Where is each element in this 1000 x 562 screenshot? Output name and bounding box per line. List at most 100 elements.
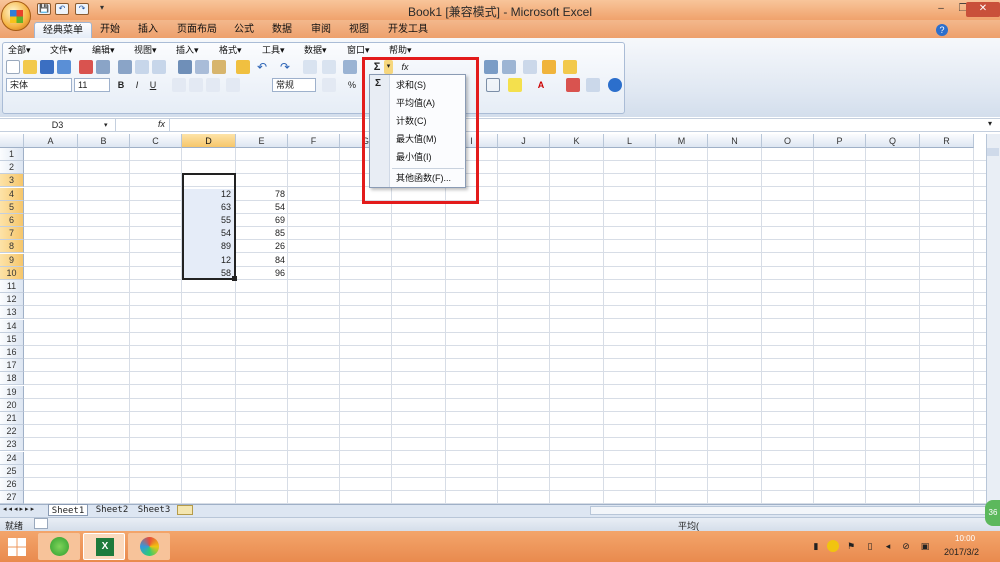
font-name-select[interactable]: 宋体 bbox=[6, 78, 72, 92]
column-header[interactable]: E bbox=[236, 134, 288, 148]
row-header[interactable]: 15 bbox=[0, 332, 24, 346]
help-icon[interactable]: ? bbox=[936, 24, 948, 36]
row-header[interactable]: 4 bbox=[0, 187, 24, 201]
column-header[interactable]: Q bbox=[866, 134, 920, 148]
row-header[interactable]: 26 bbox=[0, 478, 24, 491]
row-header[interactable]: 18 bbox=[0, 372, 24, 386]
column-header[interactable]: L bbox=[604, 134, 656, 148]
cell-d[interactable]: 12 bbox=[182, 254, 234, 267]
tab-view[interactable]: 视图 bbox=[341, 22, 377, 38]
taskbar-browser[interactable] bbox=[38, 533, 80, 560]
row-header[interactable]: 6 bbox=[0, 214, 24, 227]
menu-format[interactable]: 格式▾ bbox=[219, 43, 242, 57]
menu-tools[interactable]: 工具▾ bbox=[262, 43, 285, 57]
column-header[interactable]: C bbox=[130, 134, 182, 148]
cell-d[interactable]: 58 bbox=[182, 267, 234, 280]
save-toolbar-icon[interactable] bbox=[40, 60, 54, 74]
bold-button[interactable]: B bbox=[114, 78, 128, 92]
print-icon[interactable] bbox=[96, 60, 110, 74]
name-box[interactable]: D3 bbox=[0, 119, 116, 131]
redo-toolbar-icon[interactable]: ↷ bbox=[278, 60, 292, 74]
menu-help[interactable]: 帮助▾ bbox=[389, 43, 412, 57]
drawing-icon[interactable] bbox=[502, 60, 516, 74]
underline-button[interactable]: U bbox=[146, 78, 160, 92]
merge-center-icon[interactable] bbox=[226, 78, 240, 92]
cell-e[interactable]: 96 bbox=[236, 267, 288, 280]
office-button[interactable] bbox=[1, 1, 31, 31]
menu-insert[interactable]: 插入▾ bbox=[176, 43, 199, 57]
font-color-icon[interactable]: A bbox=[534, 78, 548, 92]
tab-home[interactable]: 开始 bbox=[92, 22, 128, 38]
tray-display-icon[interactable]: ▯ bbox=[864, 540, 876, 552]
tray-image-icon[interactable]: ▣ bbox=[919, 540, 931, 552]
spellcheck-icon[interactable] bbox=[135, 60, 149, 74]
hyperlink-icon[interactable] bbox=[303, 60, 317, 74]
sheet-tab-1[interactable]: Sheet1 bbox=[48, 504, 88, 516]
permission-icon[interactable] bbox=[57, 60, 71, 74]
tab-page-layout[interactable]: 页面布局 bbox=[169, 22, 225, 38]
column-header[interactable]: J bbox=[498, 134, 550, 148]
menu-edit[interactable]: 编辑▾ bbox=[92, 43, 115, 57]
minimize-button[interactable]: – bbox=[930, 2, 952, 17]
italic-button[interactable]: I bbox=[130, 78, 144, 92]
align-left-icon[interactable] bbox=[172, 78, 186, 92]
column-header[interactable]: R bbox=[920, 134, 974, 148]
expand-formula-bar-icon[interactable]: ▾ bbox=[988, 119, 992, 128]
row-header[interactable]: 21 bbox=[0, 412, 24, 425]
cell-e[interactable]: 85 bbox=[236, 227, 288, 240]
row-header[interactable]: 2 bbox=[0, 161, 24, 175]
column-header[interactable]: D bbox=[182, 134, 236, 148]
cell-e[interactable]: 84 bbox=[236, 254, 288, 267]
column-header[interactable]: N bbox=[708, 134, 762, 148]
align-center-icon[interactable] bbox=[189, 78, 203, 92]
tab-review[interactable]: 审阅 bbox=[303, 22, 339, 38]
name-box-dropdown-icon[interactable]: ▾ bbox=[104, 121, 108, 129]
tray-stop-icon[interactable]: ⊘ bbox=[900, 540, 912, 552]
print-preview-icon[interactable] bbox=[118, 60, 132, 74]
cell-d[interactable]: 89 bbox=[182, 240, 234, 253]
pdf-icon[interactable] bbox=[79, 60, 93, 74]
align-right-icon[interactable] bbox=[206, 78, 220, 92]
column-header[interactable]: P bbox=[814, 134, 866, 148]
column-header[interactable]: M bbox=[656, 134, 708, 148]
tray-network-icon[interactable]: ▮ bbox=[810, 540, 822, 552]
row-header[interactable]: 9 bbox=[0, 253, 24, 267]
close-button[interactable]: ✕ bbox=[966, 2, 1000, 17]
row-header[interactable]: 25 bbox=[0, 464, 24, 478]
tab-data[interactable]: 数据 bbox=[264, 22, 300, 38]
insert-sheet-icon[interactable] bbox=[177, 505, 193, 515]
row-header[interactable]: 1 bbox=[0, 148, 24, 161]
fill-color-icon[interactable] bbox=[508, 78, 522, 92]
borders-icon[interactable] bbox=[486, 78, 500, 92]
undo-toolbar-icon[interactable]: ↶ bbox=[255, 60, 269, 74]
tray-volume-icon[interactable]: ◂ bbox=[882, 540, 894, 552]
row-header[interactable]: 20 bbox=[0, 398, 24, 412]
row-header[interactable]: 27 bbox=[0, 491, 24, 505]
row-header[interactable]: 8 bbox=[0, 240, 24, 254]
row-header[interactable]: 10 bbox=[0, 266, 24, 280]
row-header[interactable]: 17 bbox=[0, 359, 24, 373]
tab-classic-menu[interactable]: 经典菜单 bbox=[34, 22, 92, 38]
tab-developer[interactable]: 开发工具 bbox=[380, 22, 436, 38]
sheet-tab-2[interactable]: Sheet2 bbox=[92, 504, 132, 516]
tab-formulas[interactable]: 公式 bbox=[226, 22, 262, 38]
paste-icon[interactable] bbox=[212, 60, 226, 74]
sheet-nav-arrows-icon[interactable]: ◂◂◂▸▸▸ bbox=[3, 505, 36, 513]
number-format-select[interactable]: 常规 bbox=[272, 78, 316, 92]
open-icon[interactable] bbox=[23, 60, 37, 74]
menu-data[interactable]: 数据▾ bbox=[304, 43, 327, 57]
row-header[interactable]: 13 bbox=[0, 306, 24, 320]
cell-e[interactable]: 26 bbox=[236, 240, 288, 253]
format-painter-icon[interactable] bbox=[236, 60, 250, 74]
macro-record-icon[interactable] bbox=[34, 518, 48, 529]
tray-security-icon[interactable] bbox=[827, 540, 839, 552]
column-header[interactable]: O bbox=[762, 134, 814, 148]
currency-icon[interactable] bbox=[322, 78, 336, 92]
menu-view[interactable]: 视图▾ bbox=[134, 43, 157, 57]
windows-start-icon[interactable] bbox=[8, 538, 26, 556]
cell-d[interactable]: 63 bbox=[182, 201, 234, 214]
row-header[interactable]: 23 bbox=[0, 438, 24, 452]
refresh-icon[interactable] bbox=[322, 60, 336, 74]
taskbar-paint[interactable] bbox=[128, 533, 170, 560]
folder-icon[interactable] bbox=[563, 60, 577, 74]
